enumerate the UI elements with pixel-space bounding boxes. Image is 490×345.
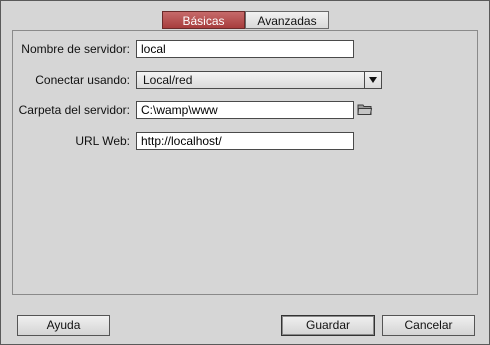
server-name-label: Nombre de servidor: (21, 42, 130, 56)
browse-folder-icon[interactable] (357, 102, 373, 116)
tab-avanzadas[interactable]: Avanzadas (245, 11, 329, 29)
tab-basicas[interactable]: Básicas (162, 11, 245, 29)
server-folder-label: Carpeta del servidor: (18, 103, 130, 117)
basic-settings-panel (12, 30, 478, 295)
web-url-label: URL Web: (75, 134, 130, 148)
tab-bar: Básicas Avanzadas (162, 11, 329, 29)
connect-using-label: Conectar usando: (35, 73, 130, 87)
cancel-button[interactable]: Cancelar (382, 315, 475, 336)
connect-using-select[interactable]: Local/red (136, 71, 382, 89)
web-url-input[interactable] (136, 132, 354, 150)
server-setup-dialog: Básicas Avanzadas Nombre de servidor: Co… (0, 0, 490, 345)
dropdown-arrow-icon[interactable] (364, 72, 381, 88)
connect-using-value: Local/red (143, 73, 193, 87)
server-name-input[interactable] (136, 40, 354, 58)
server-folder-input[interactable] (136, 101, 354, 119)
help-button[interactable]: Ayuda (17, 315, 110, 336)
save-button[interactable]: Guardar (281, 315, 375, 336)
